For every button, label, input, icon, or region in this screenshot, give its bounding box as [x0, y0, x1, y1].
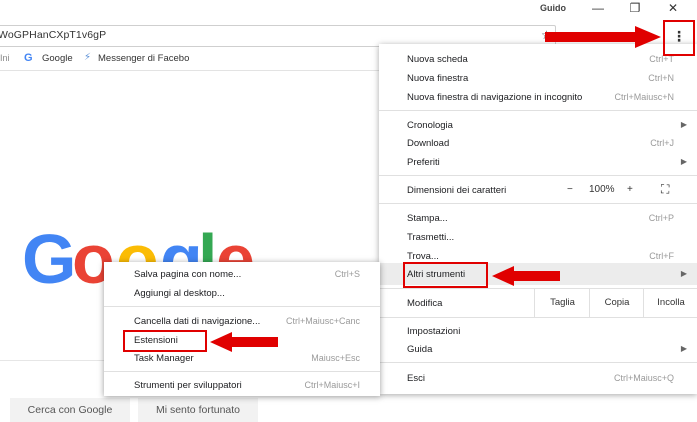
logo-letter: G [22, 220, 77, 298]
menu-item-edit: Modifica [407, 298, 443, 309]
chrome-main-menu: Nuova scheda Ctrl+T Nuova finestra Ctrl+… [379, 44, 697, 394]
menu-item-font-size: Dimensioni dei caratteri [407, 185, 507, 196]
menu-item-downloads[interactable]: Download [407, 138, 449, 149]
shortcut: Ctrl+Maiusc+Canc [285, 316, 360, 326]
submenu-item-task-manager[interactable]: Task Manager [134, 353, 194, 364]
chevron-right-icon: ▶ [680, 157, 687, 166]
submenu-item-add-to-desktop[interactable]: Aggiungi al desktop... [134, 288, 225, 299]
paste-button[interactable]: Incolla [643, 289, 697, 317]
restore-button[interactable]: ❐ [620, 0, 650, 18]
url-text[interactable]: WoGPHanCXpT1v6gP [0, 29, 106, 41]
divider [379, 175, 697, 176]
bookmark-google[interactable]: Google [42, 53, 73, 64]
bookmark-messenger[interactable]: Messenger di Facebo [98, 53, 189, 64]
submenu-item-save-page[interactable]: Salva pagina con nome... [134, 269, 241, 280]
annotation-box-more-tools [403, 262, 488, 288]
chevron-right-icon: ▶ [680, 120, 687, 129]
minimize-button[interactable]: — [583, 0, 613, 18]
more-tools-submenu: Salva pagina con nome... Ctrl+S Aggiungi… [104, 262, 380, 396]
annotation-box-extensions [123, 330, 207, 352]
menu-item-new-window[interactable]: Nuova finestra [407, 73, 468, 84]
shortcut: Ctrl+S [334, 269, 360, 279]
shortcut: Ctrl+Maiusc+N [614, 92, 674, 102]
chevron-right-icon: ▶ [680, 269, 687, 278]
divider [379, 203, 697, 204]
divider [379, 362, 697, 363]
shortcut: Ctrl+Maiusc+I [304, 380, 360, 390]
annotation-arrow-icon [210, 332, 278, 352]
shortcut: Ctrl+N [648, 73, 674, 83]
profile-name[interactable]: Guido [540, 3, 566, 13]
submenu-item-dev-tools[interactable]: Strumenti per sviluppatori [134, 380, 242, 391]
menu-item-incognito[interactable]: Nuova finestra di navigazione in incogni… [407, 92, 582, 103]
close-button[interactable]: ✕ [658, 0, 688, 18]
menu-item-help[interactable]: Guida [407, 344, 432, 355]
shortcut: Ctrl+Maiusc+Q [613, 373, 674, 383]
shortcut: Maiusc+Esc [311, 353, 360, 363]
annotation-arrow-icon [545, 26, 661, 48]
divider [379, 317, 697, 318]
zoom-in-button[interactable]: + [627, 184, 633, 195]
zoom-out-button[interactable]: − [567, 184, 573, 195]
divider [104, 306, 380, 307]
copy-button[interactable]: Copia [589, 289, 644, 317]
messenger-icon: ⚡ [84, 52, 92, 63]
fullscreen-icon[interactable]: ⛶ [661, 182, 669, 197]
divider [379, 110, 697, 111]
menu-item-print[interactable]: Stampa... [407, 213, 448, 224]
submenu-item-clear-data[interactable]: Cancella dati di navigazione... [134, 316, 260, 327]
menu-item-new-tab[interactable]: Nuova scheda [407, 54, 468, 65]
annotation-arrow-icon [492, 266, 560, 286]
shortcut: Ctrl+F [649, 251, 674, 261]
cut-button[interactable]: Taglia [534, 289, 590, 317]
menu-item-bookmarks[interactable]: Preferiti [407, 157, 440, 168]
chevron-right-icon: ▶ [680, 344, 687, 353]
search-button[interactable]: Cerca con Google [10, 398, 130, 422]
google-g-icon: G [24, 52, 33, 64]
menu-item-find[interactable]: Trova... [407, 251, 439, 262]
menu-item-settings[interactable]: Impostazioni [407, 326, 460, 337]
menu-item-cast[interactable]: Trasmetti... [407, 232, 454, 243]
menu-item-history[interactable]: Cronologia [407, 120, 453, 131]
zoom-level: 100% [589, 184, 615, 195]
lucky-button[interactable]: Mi sento fortunato [138, 398, 258, 422]
shortcut: Ctrl+P [648, 213, 674, 223]
bookmark-apps[interactable]: Ini [0, 53, 10, 63]
shortcut: Ctrl+J [650, 138, 674, 148]
annotation-box-menu [663, 20, 695, 56]
divider [104, 371, 380, 372]
menu-item-exit[interactable]: Esci [407, 373, 425, 384]
